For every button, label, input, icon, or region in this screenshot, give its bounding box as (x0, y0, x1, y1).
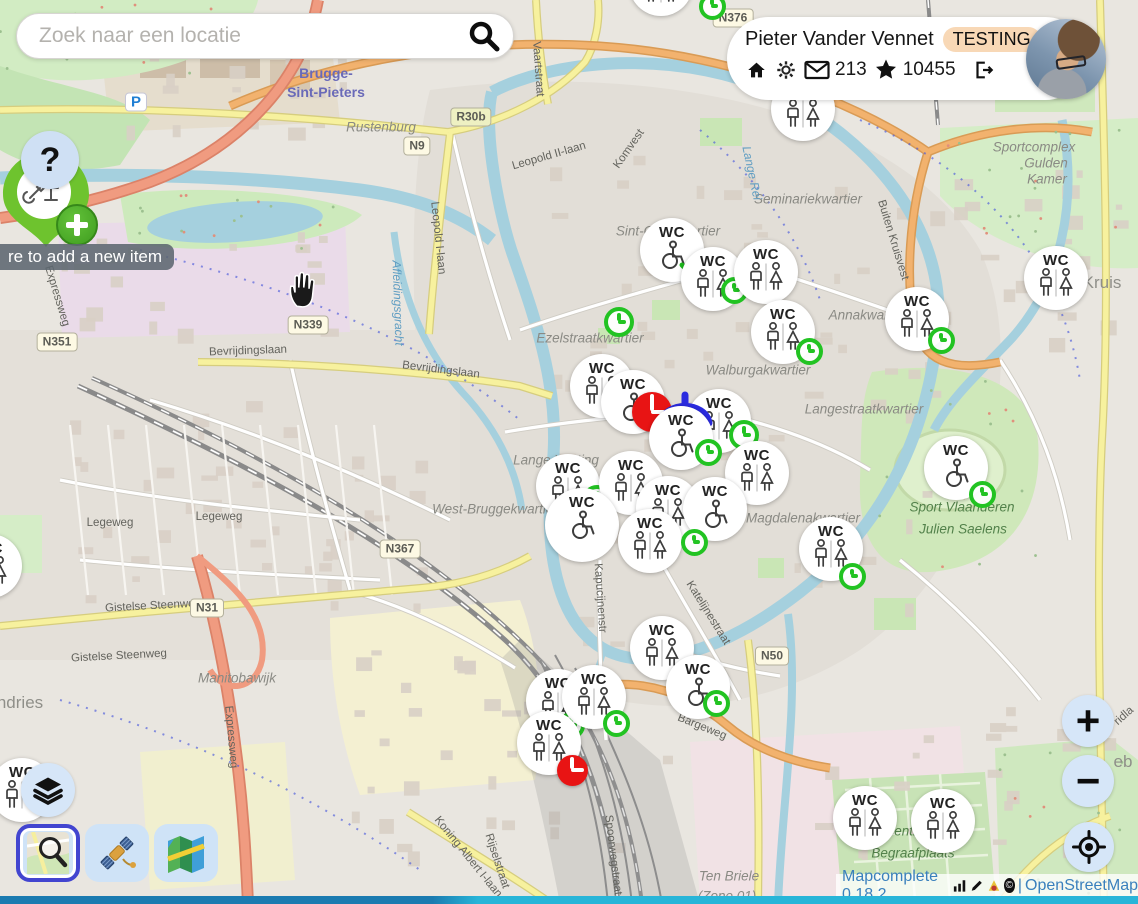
satellite-style-icon (95, 831, 139, 875)
background-map-button[interactable] (154, 824, 218, 882)
toilet-marker[interactable]: WC (618, 509, 682, 573)
hand-cursor-icon (283, 270, 321, 310)
background-osm-button[interactable] (16, 824, 80, 882)
toilets-wheelchair-icon (564, 510, 600, 540)
toilets-male-female-icon (642, 0, 680, 4)
attribution-separator: | (1018, 877, 1022, 895)
logout-icon[interactable] (971, 59, 995, 81)
marker-wc-label: WC (904, 294, 930, 309)
opening-hours-open-badge[interactable] (928, 327, 955, 354)
opening-hours-open-badge[interactable] (603, 710, 630, 737)
opening-hours-open-badge[interactable] (703, 690, 730, 717)
marker-wc-label: WC (930, 796, 956, 811)
marker-wc-label: WC (569, 495, 595, 510)
toilets-wheelchair-icon (663, 428, 699, 458)
marker-wc-label: WC (818, 524, 844, 539)
marker-wc-label: WC (943, 443, 969, 458)
mail-icon[interactable] (804, 60, 830, 80)
marker-wc-label: WC (706, 396, 732, 411)
toilets-male-female-icon (0, 556, 9, 586)
message-count: 213 (835, 59, 867, 81)
toilets-wheelchair-icon (938, 458, 974, 488)
map-style-icon (164, 831, 208, 875)
toilet-marker[interactable]: WC (833, 786, 897, 850)
minus-icon: − (1076, 760, 1101, 802)
toilet-marker[interactable]: WC (911, 789, 975, 853)
marker-wc-label: WC (618, 458, 644, 473)
search-bar (16, 13, 514, 59)
marker-wc-label: WC (0, 541, 3, 556)
theme-icon[interactable] (987, 878, 1001, 893)
toilet-marker[interactable]: WC (1024, 246, 1088, 310)
zoom-in-button[interactable]: + (1062, 695, 1114, 747)
toilet-marker[interactable]: WC (734, 240, 798, 304)
user-name: Pieter Vander Vennet (745, 28, 934, 51)
marker-wc-label: WC (649, 623, 675, 638)
add-item-tooltip: re to add a new item (0, 244, 174, 270)
toilets-male-female-icon (1037, 268, 1075, 298)
layers-button[interactable] (21, 763, 75, 817)
toilets-male-female-icon (631, 531, 669, 561)
marker-wc-label: WC (589, 361, 615, 376)
marker-wc-label: WC (536, 718, 562, 733)
layers-icon (33, 775, 63, 805)
marker-wc-label: WC (753, 247, 779, 262)
attribution-bar: Mapcomplete 0.18.2 © | OpenStreetMap (836, 874, 1138, 897)
search-input[interactable] (37, 23, 467, 49)
opening-hours-open-badge[interactable] (699, 0, 726, 20)
opening-hours-open-badge[interactable] (796, 338, 823, 365)
plus-icon: + (1076, 700, 1101, 742)
toilets-wheelchair-icon (697, 499, 733, 529)
toilets-male-female-icon (924, 811, 962, 841)
mapcomplete-app: Brugge-Sint-PietersRustenburgSint-Gillis… (0, 0, 1138, 904)
marker-wc-label: WC (685, 662, 711, 677)
marker-wc-label: WC (637, 516, 663, 531)
marker-wc-label: WC (581, 672, 607, 687)
marker-wc-label: WC (1043, 253, 1069, 268)
marker-wc-label: WC (659, 225, 685, 240)
background-satellite-button[interactable] (85, 824, 149, 882)
opening-hours-open-badge[interactable] (695, 439, 722, 466)
marker-wc-label: WC (702, 484, 728, 499)
toilets-male-female-icon (747, 262, 785, 292)
marker-wc-label: WC (770, 307, 796, 322)
background-style-switcher (16, 824, 218, 882)
geolocate-button[interactable] (1064, 822, 1114, 872)
add-item-plus-button[interactable] (56, 204, 98, 246)
opening-hours-closed-badge[interactable] (557, 755, 588, 786)
statistics-icon[interactable] (953, 878, 967, 893)
opening-hours-open-badge[interactable] (969, 481, 996, 508)
zoom-out-button[interactable]: − (1062, 755, 1114, 807)
opening-hours-open-badge[interactable] (604, 307, 634, 337)
marker-wc-label: WC (744, 448, 770, 463)
question-mark-icon: ? (40, 141, 61, 180)
toilet-marker-wheelchair[interactable]: WC (545, 488, 619, 562)
marker-wc-label: WC (668, 413, 694, 428)
edit-icon[interactable] (970, 878, 984, 893)
star-count: 10455 (903, 59, 956, 81)
toilets-male-female-icon (784, 99, 822, 129)
marker-wc-label: WC (852, 793, 878, 808)
star-icon[interactable] (874, 58, 898, 81)
home-icon[interactable] (745, 59, 768, 81)
opening-hours-open-badge[interactable] (839, 563, 866, 590)
help-button[interactable]: ? (21, 131, 79, 189)
osm-copyright-icon[interactable]: © (1004, 878, 1015, 893)
osm-link[interactable]: OpenStreetMap (1025, 877, 1138, 895)
opening-hours-open-badge[interactable] (681, 529, 708, 556)
toilets-male-female-icon (738, 463, 776, 493)
osm-style-icon (27, 832, 69, 874)
toilets-male-female-icon (846, 808, 884, 838)
marker-wc-label: WC (555, 461, 581, 476)
testing-badge: TESTING (943, 27, 1041, 52)
marker-wc-label: WC (700, 254, 726, 269)
gear-icon[interactable] (775, 59, 797, 81)
geolocate-icon (1072, 830, 1106, 864)
user-avatar[interactable] (1026, 19, 1106, 99)
bottom-progress-bar (0, 896, 1138, 904)
marker-wc-label: WC (620, 377, 646, 392)
search-icon[interactable] (467, 19, 501, 53)
marker-wc-label: WC (655, 483, 681, 498)
